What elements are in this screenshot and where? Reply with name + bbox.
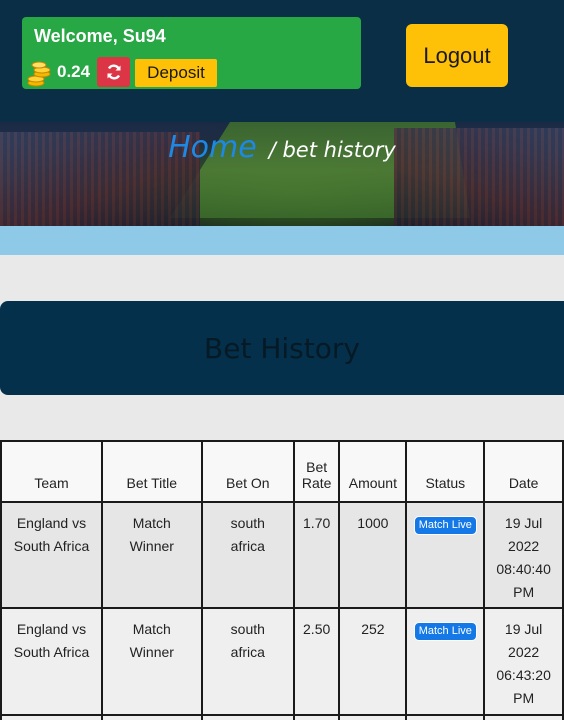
table-row: England vs South Africa Match Winner south… <box>0 607 564 716</box>
cell-status: Match Live <box>405 607 486 716</box>
bet-history-table: Team Bet Title Bet On Bet Rate Amount St… <box>0 440 564 720</box>
coins-icon <box>27 61 51 87</box>
cell-amount: 252 <box>338 607 408 716</box>
status-badge: Match Live <box>413 622 477 641</box>
breadcrumb-home-link[interactable]: Home <box>168 130 257 165</box>
top-bar: Welcome, Su94 0.24 Deposit Logout <box>0 0 564 122</box>
table-row: England vs South Africa Match Winner south… <box>0 501 564 609</box>
column-header-bet-title: Bet Title <box>100 440 203 503</box>
cell-date: 19 Jul 2022 08:40:40 PM <box>483 501 564 609</box>
cell-bet-title: Match Winner <box>100 501 203 609</box>
cell-date: 19 Jul 2022 06:43:20 PM <box>483 607 564 716</box>
divider-strip <box>0 226 564 255</box>
column-header-bet-on: Bet On <box>200 440 295 503</box>
table-row-partial <box>0 714 564 720</box>
stadium-banner: Home / bet history <box>0 122 564 226</box>
breadcrumb-current: / bet history <box>268 138 396 162</box>
page-title: Bet History <box>204 331 360 365</box>
column-header-team: Team <box>0 440 103 503</box>
column-header-date: Date <box>483 440 564 503</box>
cell-team: England vs South Africa <box>0 501 103 609</box>
cell-amount: 1000 <box>338 501 408 609</box>
welcome-text: Welcome, Su94 <box>34 26 166 46</box>
breadcrumb: Home / bet history <box>0 130 564 165</box>
refresh-icon <box>107 64 120 80</box>
column-header-status: Status <box>405 440 486 503</box>
cell-bet-on: south africa <box>200 607 295 716</box>
balance-value: 0.24 <box>57 62 91 81</box>
refresh-balance-button[interactable] <box>97 57 130 87</box>
welcome-panel: Welcome, Su94 0.24 Deposit <box>22 17 361 89</box>
column-header-amount: Amount <box>338 440 408 503</box>
deposit-button[interactable]: Deposit <box>135 59 217 87</box>
cell-bet-rate: 1.70 <box>292 501 341 609</box>
logout-button[interactable]: Logout <box>406 24 508 87</box>
cell-status: Match Live <box>405 501 486 609</box>
status-badge: Match Live <box>413 516 477 535</box>
cell-bet-title: Match Winner <box>100 607 203 716</box>
table-header-row: Team Bet Title Bet On Bet Rate Amount St… <box>0 440 564 503</box>
column-header-bet-rate: Bet Rate <box>292 440 341 503</box>
cell-team: England vs South Africa <box>0 607 103 716</box>
section-header: Bet History <box>0 301 564 395</box>
cell-bet-on: south africa <box>200 501 295 609</box>
cell-bet-rate: 2.50 <box>292 607 341 716</box>
